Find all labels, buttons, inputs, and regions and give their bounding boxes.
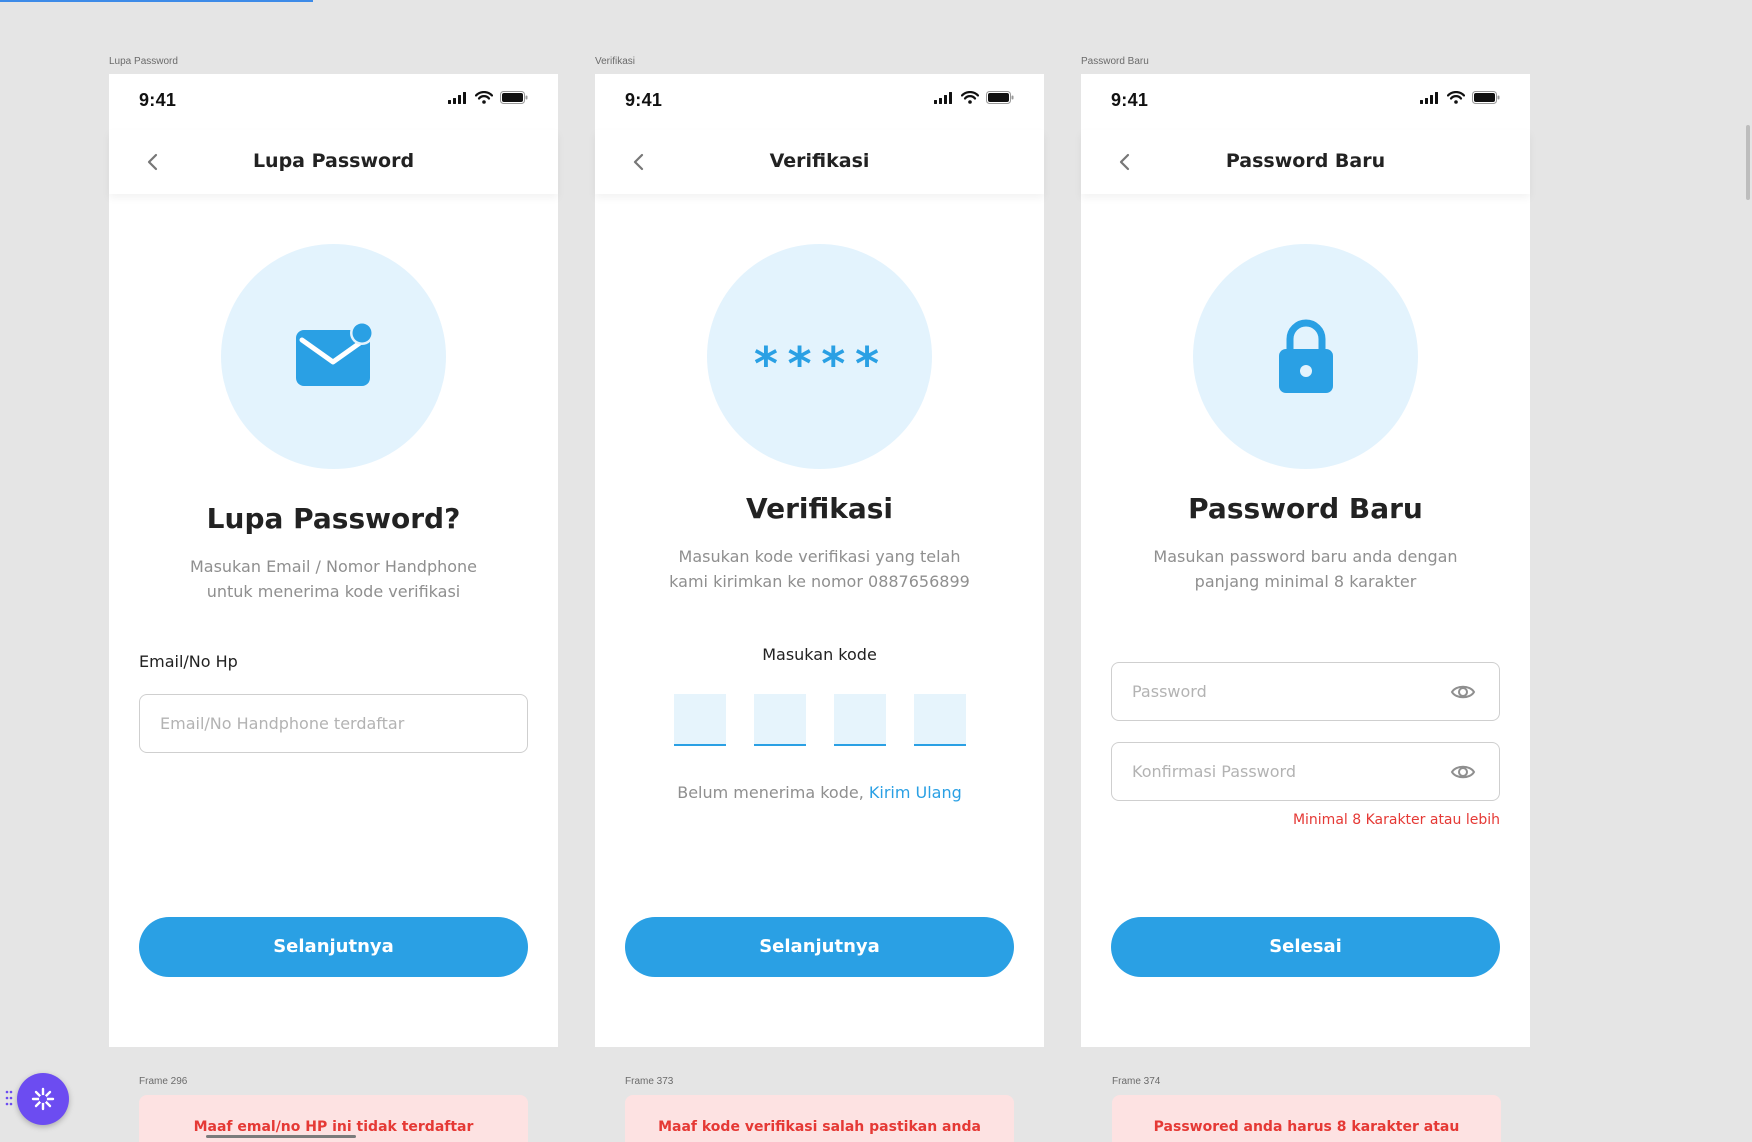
subtext-line: untuk menerima kode verifikasi bbox=[206, 582, 461, 601]
battery-icon bbox=[1472, 91, 1500, 104]
phone-frame-password-baru: 9:41 Password Baru Password Baru Masukan… bbox=[1081, 74, 1530, 1047]
hero-circle: **** bbox=[707, 244, 932, 469]
next-button[interactable]: Selanjutnya bbox=[625, 917, 1014, 977]
code-label: Masukan kode bbox=[762, 645, 877, 664]
resend-prompt: Belum menerima kode, bbox=[677, 783, 869, 802]
frame-label: Frame 373 bbox=[625, 1076, 674, 1087]
phone-frame-verifikasi: 9:41 Verifikasi **** Verifikasi Masukan … bbox=[595, 74, 1044, 1047]
lock-icon bbox=[1278, 319, 1333, 393]
password-field[interactable] bbox=[1111, 662, 1500, 721]
resend-row: Belum menerima kode, Kirim Ulang bbox=[595, 783, 1044, 802]
wifi-icon bbox=[1447, 91, 1465, 104]
app-bar: Password Baru bbox=[1081, 130, 1530, 194]
status-bar: 9:41 bbox=[1081, 74, 1530, 124]
resend-link[interactable]: Kirim Ulang bbox=[869, 783, 962, 802]
signal-icon bbox=[448, 91, 466, 104]
status-bar: 9:41 bbox=[595, 74, 1044, 124]
app-bar-title: Password Baru bbox=[1225, 150, 1386, 172]
subtext-line: Masukan password baru anda dengan bbox=[1153, 547, 1458, 566]
email-field[interactable] bbox=[139, 694, 528, 753]
sparkle-icon bbox=[31, 1087, 55, 1111]
error-toast: Maaf kode verifikasi salah pastikan anda… bbox=[625, 1095, 1014, 1142]
app-bar-title: Lupa Password bbox=[252, 150, 415, 172]
status-time: 9:41 bbox=[1111, 90, 1149, 110]
subtext-line: panjang minimal 8 karakter bbox=[1194, 572, 1417, 591]
app-bar: Lupa Password bbox=[109, 130, 558, 194]
email-field-label: Email/No Hp bbox=[139, 652, 238, 671]
page-heading: Lupa Password? bbox=[206, 502, 461, 535]
plugin-launcher-button[interactable] bbox=[17, 1073, 69, 1125]
code-digit-input[interactable] bbox=[754, 694, 806, 746]
next-button[interactable]: Selanjutnya bbox=[139, 917, 528, 977]
signal-icon bbox=[1420, 91, 1438, 104]
app-bar: Verifikasi bbox=[595, 130, 1044, 194]
page-subtext: Masukan password baru anda dengan panjan… bbox=[1121, 544, 1490, 594]
status-time: 9:41 bbox=[625, 90, 663, 110]
code-digit-input[interactable] bbox=[674, 694, 726, 746]
subtext-line: Masukan Email / Nomor Handphone bbox=[189, 557, 478, 576]
hero-circle bbox=[1193, 244, 1418, 469]
asterisk-code-icon: **** bbox=[752, 336, 887, 391]
app-bar-title: Verifikasi bbox=[769, 150, 870, 172]
battery-icon bbox=[986, 91, 1014, 104]
canvas-scrollbar[interactable] bbox=[1746, 125, 1750, 200]
eye-icon[interactable] bbox=[1450, 679, 1476, 705]
frame-label: Password Baru bbox=[1081, 56, 1149, 67]
eye-icon[interactable] bbox=[1450, 759, 1476, 785]
finish-button[interactable]: Selesai bbox=[1111, 917, 1500, 977]
error-toast: Passwored anda harus 8 karakter atau leb… bbox=[1112, 1095, 1501, 1142]
status-bar: 9:41 bbox=[109, 74, 558, 124]
code-digit-input[interactable] bbox=[834, 694, 886, 746]
page-subtext: Masukan Email / Nomor Handphone untuk me… bbox=[149, 554, 518, 604]
wifi-icon bbox=[475, 91, 493, 104]
frame-label: Verifikasi bbox=[595, 56, 636, 67]
wifi-icon bbox=[961, 91, 979, 104]
subtext-line: Masukan kode verifikasi yang telah bbox=[678, 547, 961, 566]
selection-indicator-line bbox=[0, 0, 313, 2]
hero-circle bbox=[221, 244, 446, 469]
confirm-password-field[interactable] bbox=[1111, 742, 1500, 801]
code-digit-input[interactable] bbox=[914, 694, 966, 746]
drag-handle-icon[interactable] bbox=[5, 1089, 13, 1107]
frame-label: Frame 296 bbox=[139, 1076, 188, 1087]
home-indicator bbox=[206, 1135, 356, 1138]
page-heading: Verifikasi bbox=[745, 492, 894, 525]
phone-frame-lupa-password: 9:41 Lupa Password Lupa Password? Masuka… bbox=[109, 74, 558, 1047]
page-heading: Password Baru bbox=[1188, 492, 1423, 525]
page-subtext: Masukan kode verifikasi yang telah kami … bbox=[635, 544, 1004, 594]
status-time: 9:41 bbox=[139, 90, 177, 110]
mail-notification-icon bbox=[295, 321, 374, 386]
battery-icon bbox=[500, 91, 528, 104]
frame-label: Lupa Password bbox=[109, 56, 178, 67]
subtext-line: kami kirimkan ke nomor 0887656899 bbox=[669, 572, 970, 591]
password-error-text: Minimal 8 Karakter atau lebih bbox=[1292, 812, 1500, 828]
signal-icon bbox=[934, 91, 952, 104]
frame-label: Frame 374 bbox=[1112, 1076, 1161, 1087]
